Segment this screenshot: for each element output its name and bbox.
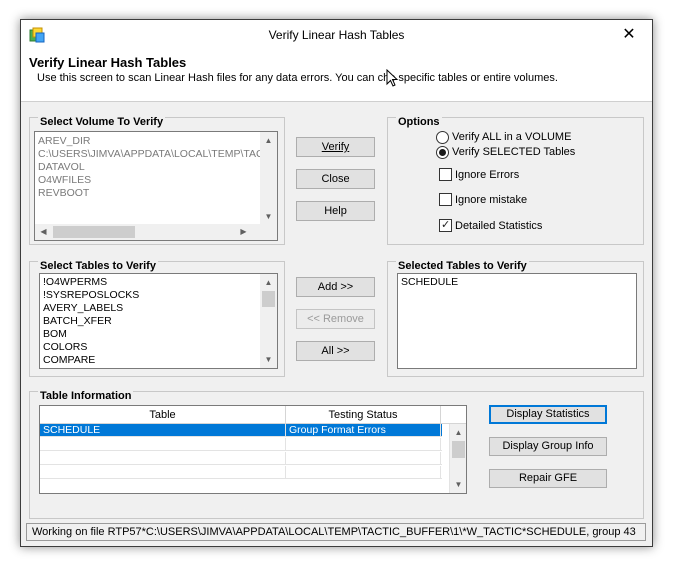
ignore-errors-checkbox[interactable] [439,168,452,181]
scroll-up-icon[interactable]: ▲ [450,424,466,441]
status-bar: Working on file RTP57*C:\USERS\JIMVA\APP… [26,523,646,541]
help-button[interactable]: Help [296,201,375,221]
column-header-table[interactable]: Table [40,406,286,424]
table-cell [40,452,286,465]
header-title: Verify Linear Hash Tables [29,55,187,70]
vertical-scrollbar[interactable]: ▲ ▼ [260,274,277,368]
scroll-thumb[interactable] [452,441,465,458]
vertical-scrollbar[interactable]: ▲ ▼ [260,132,277,225]
tables-list[interactable]: !O4WPERMS !SYSREPOSLOCKS AVERY_LABELS BA… [39,273,278,369]
list-item[interactable]: BOM [43,328,67,341]
window-title: Verify Linear Hash Tables [268,28,405,42]
table-row[interactable]: SCHEDULE Group Format Errors [40,424,442,437]
list-item[interactable]: !O4WPERMS [43,276,107,289]
title-bar[interactable]: Verify Linear Hash Tables ✕ [21,20,652,50]
scroll-right-icon[interactable]: ▶ [235,223,252,240]
scroll-left-icon[interactable]: ◀ [35,223,52,240]
selected-tables-group: Selected Tables to Verify SCHEDULE [387,260,644,377]
table-info-grid[interactable]: Table Testing Status SCHEDULE Group Form… [39,405,467,494]
list-item[interactable]: REVBOOT [38,187,89,200]
table-info-group: Table Information Table Testing Status S… [29,390,644,519]
scroll-down-icon[interactable]: ▼ [260,351,277,368]
scroll-up-icon[interactable]: ▲ [260,132,277,149]
display-group-info-label: Display Group Info [502,440,594,452]
horizontal-scrollbar[interactable]: ◀ ▶ [35,224,277,240]
all-button[interactable]: All >> [296,341,375,361]
table-row[interactable] [40,438,442,451]
mouse-cursor-icon [386,69,398,87]
list-item[interactable]: SCHEDULE [401,276,458,289]
dialog-window: Verify Linear Hash Tables ✕ Verify Linea… [20,19,653,547]
status-cell [286,466,441,479]
header-description: Use this screen to scan Linear Hash file… [37,72,558,84]
selected-tables-group-label: Selected Tables to Verify [396,260,529,272]
tables-group-label: Select Tables to Verify [38,260,158,272]
status-cell [286,452,441,465]
verify-all-radio[interactable] [436,131,449,144]
volume-group-label: Select Volume To Verify [38,116,166,128]
selected-tables-list[interactable]: SCHEDULE [397,273,637,369]
repair-gfe-button[interactable]: Repair GFE [489,469,607,488]
close-icon[interactable]: ✕ [606,20,652,50]
table-row[interactable] [40,466,442,479]
table-cell [40,438,286,451]
add-button[interactable]: Add >> [296,277,375,297]
dialog-header: Verify Linear Hash Tables Use this scree… [21,50,652,102]
ignore-mistake-checkbox[interactable] [439,193,452,206]
grid-header: Table Testing Status [40,406,466,424]
add-label: Add >> [317,281,354,293]
options-group: Options Verify ALL in a VOLUME Verify SE… [387,116,644,245]
status-cell [286,438,441,451]
column-header-testing-status[interactable]: Testing Status [286,406,441,424]
verify-all-label[interactable]: Verify ALL in a VOLUME [452,131,571,143]
remove-button[interactable]: << Remove [296,309,375,329]
repair-gfe-label: Repair GFE [518,472,578,484]
close-button[interactable]: Close [296,169,375,189]
list-item[interactable]: DATAVOL [38,161,85,174]
list-item[interactable]: COMPARE [43,354,95,367]
ignore-mistake-label[interactable]: Ignore mistake [455,194,527,206]
verify-selected-radio[interactable] [436,146,449,159]
close-label: Close [321,173,350,185]
detailed-statistics-label[interactable]: Detailed Statistics [455,220,542,232]
verify-label: Verify [321,141,350,153]
options-group-label: Options [396,116,442,128]
list-item[interactable]: AVERY_LABELS [43,302,123,315]
ignore-errors-label[interactable]: Ignore Errors [455,169,519,181]
table-row[interactable] [40,452,442,465]
detailed-statistics-checkbox[interactable] [439,218,452,232]
table-cell: SCHEDULE [40,424,286,437]
status-cell: Group Format Errors [286,424,441,437]
list-item[interactable]: !SYSREPOSLOCKS [43,289,139,302]
help-label: Help [324,205,347,217]
table-cell [40,466,286,479]
list-item[interactable]: O4WFILES [38,174,91,187]
scroll-up-icon[interactable]: ▲ [260,274,277,291]
scroll-thumb[interactable] [53,226,135,238]
all-label: All >> [321,345,350,357]
volume-group: Select Volume To Verify AREV_DIR C:\USER… [29,116,285,245]
volume-list[interactable]: AREV_DIR C:\USERS\JIMVA\APPDATA\LOCAL\TE… [34,131,278,241]
list-item[interactable]: BATCH_XFER [43,315,112,328]
scroll-down-icon[interactable]: ▼ [260,208,277,225]
list-item[interactable]: COLORS [43,341,87,354]
vertical-scrollbar[interactable]: ▲ ▼ [449,424,466,493]
list-item[interactable]: AREV_DIR [38,135,91,148]
scroll-down-icon[interactable]: ▼ [450,476,466,493]
verify-button[interactable]: Verify [296,137,375,157]
display-group-info-button[interactable]: Display Group Info [489,437,607,456]
scroll-thumb[interactable] [262,291,275,307]
remove-label: << Remove [307,313,364,325]
verify-selected-label[interactable]: Verify SELECTED Tables [452,146,575,158]
display-statistics-button[interactable]: Display Statistics [489,405,607,424]
tables-group: Select Tables to Verify !O4WPERMS !SYSRE… [29,260,285,377]
table-info-group-label: Table Information [38,390,134,402]
list-item[interactable]: C:\USERS\JIMVA\APPDATA\LOCAL\TEMP\TAC [38,148,264,161]
display-statistics-label: Display Statistics [506,408,590,420]
